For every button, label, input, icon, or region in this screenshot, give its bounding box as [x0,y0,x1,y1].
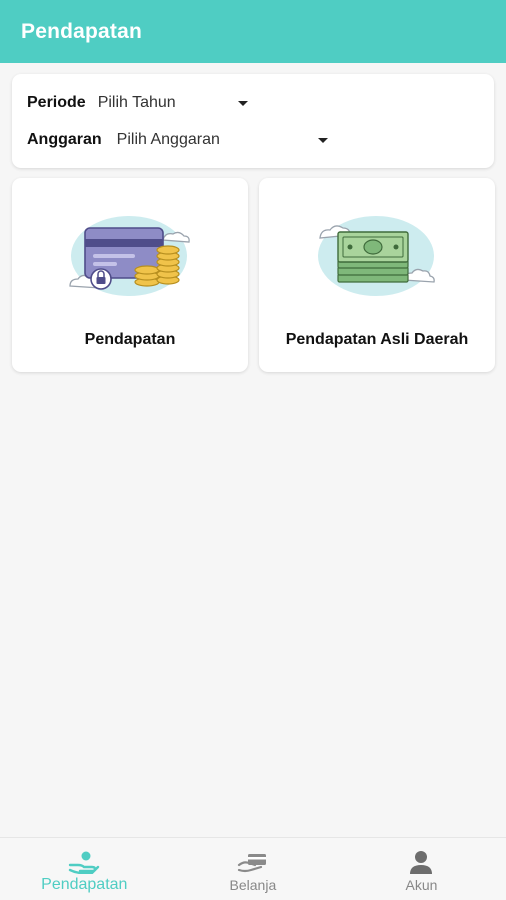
periode-filter: Periode Pilih Tahun [27,91,248,115]
periode-select[interactable]: Pilih Tahun [98,91,248,115]
menu-card-pendapatan-asli-daerah[interactable]: Pendapatan Asli Daerah [259,178,495,372]
credit-card-coins-icon [69,216,190,296]
anggaran-select-value: Pilih Anggaran [116,131,220,148]
hand-money-icon [69,851,100,874]
anggaran-filter: Anggaran Pilih Anggaran [27,128,328,152]
nav-label: Akun [405,877,438,893]
page-title: Pendapatan [21,19,143,43]
card-payment-icon [237,854,266,873]
bottom-navigation: Pendapatan Belanja Akun [0,837,506,900]
filter-card: Periode Pilih Tahun Anggaran Pilih Angga… [12,74,494,168]
cash-stack-icon [318,216,435,296]
anggaran-label: Anggaran [27,131,102,148]
periode-label: Periode [27,94,86,111]
app-bar: Pendapatan [0,0,506,63]
nav-item-pendapatan[interactable]: Pendapatan [0,838,169,900]
user-icon [410,851,433,874]
anggaran-select[interactable]: Pilih Anggaran [117,128,328,152]
nav-label: Belanja [229,877,277,893]
menu-card-label: Pendapatan Asli Daerah [285,331,469,348]
nav-label: Pendapatan [41,876,128,893]
dropdown-caret-icon [317,137,328,143]
nav-item-akun[interactable]: Akun [337,838,506,900]
periode-select-value: Pilih Tahun [97,94,176,111]
dropdown-caret-icon [237,100,248,106]
nav-item-belanja[interactable]: Belanja [169,838,338,900]
menu-card-label: Pendapatan [84,331,176,348]
menu-card-pendapatan[interactable]: Pendapatan [12,178,248,372]
